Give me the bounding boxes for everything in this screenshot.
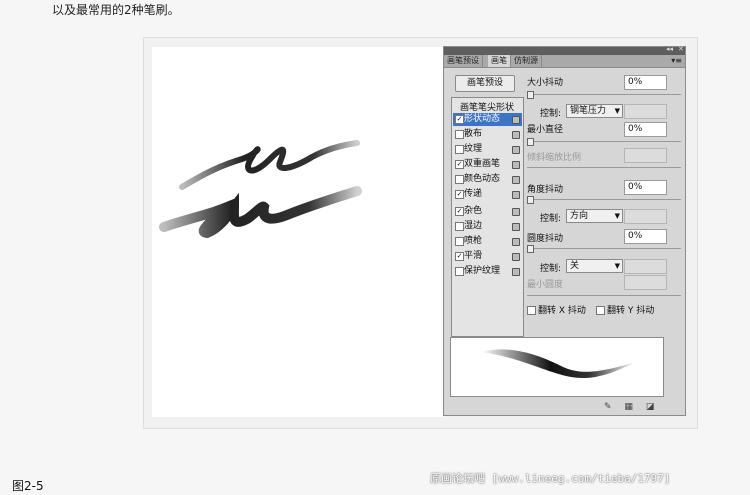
list-item-color-dynamics[interactable]: 颜色动态 <box>453 173 522 186</box>
checkbox-wet-edges[interactable] <box>455 222 464 231</box>
tilt-scale-slider <box>527 167 681 168</box>
watermark-url: [www.lineeg.com/tieba/1797] <box>491 472 671 485</box>
flip-x-jitter-checkbox[interactable]: 翻转 X 抖动 <box>527 303 586 316</box>
panel-bottom-toolbar: ✎ ▦ ◪ <box>594 402 654 412</box>
min-roundness-input <box>624 275 667 290</box>
tilt-scale-input <box>624 148 667 163</box>
slider-knob[interactable] <box>527 196 534 204</box>
list-item-texture[interactable]: 纹理 <box>453 143 522 156</box>
lock-icon[interactable] <box>512 268 520 276</box>
checkbox-shape-dynamics[interactable]: ✓ <box>455 115 464 124</box>
lock-icon[interactable] <box>512 208 520 216</box>
size-jitter-slider[interactable] <box>527 91 681 99</box>
control-select-2[interactable]: 方向 ▼ <box>566 209 623 223</box>
angle-jitter-slider[interactable] <box>527 196 681 204</box>
preview-stroke <box>481 349 636 379</box>
brush-stroke-2 <box>159 186 362 239</box>
list-item-wet-edges[interactable]: 湿边 <box>453 220 522 233</box>
min-diameter-slider[interactable] <box>527 138 681 146</box>
angle-jitter-label: 角度抖动 <box>527 185 564 195</box>
angle-jitter-input[interactable]: 0% <box>624 180 667 195</box>
brush-panel: ◂◂ ✕ 画笔预设 画笔 仿制源 ▾≡ 画笔预设 画笔笔尖形状 ✓ 形状动态 散布… <box>443 45 686 416</box>
list-item-protect-texture[interactable]: 保护纹理 <box>453 265 522 278</box>
tab-brush[interactable]: 画笔 <box>488 55 511 67</box>
flip-y-jitter-checkbox[interactable]: 翻转 Y 抖动 <box>596 303 654 316</box>
slider-knob[interactable] <box>527 138 534 146</box>
lock-icon[interactable] <box>512 131 520 139</box>
roundness-jitter-label: 圆度抖动 <box>527 234 564 244</box>
close-icon[interactable]: ✕ <box>678 45 684 53</box>
toggle-preview-icon[interactable]: ✎ <box>604 402 612 412</box>
control-label-2: 控制: <box>540 214 562 224</box>
control-value-box-2 <box>624 209 667 224</box>
control-label-3: 控制: <box>540 264 562 274</box>
lock-icon[interactable] <box>512 146 520 154</box>
brush-tip-shape-header[interactable]: 画笔笔尖形状 <box>460 100 514 113</box>
control-select-1[interactable]: 钢笔压力 ▼ <box>566 104 623 118</box>
dropdown-arrow-icon: ▼ <box>614 107 620 115</box>
list-item-airbrush[interactable]: 喷枪 <box>453 235 522 248</box>
lock-icon[interactable] <box>512 223 520 231</box>
tab-clone-source[interactable]: 仿制源 <box>511 55 542 67</box>
size-jitter-input[interactable]: 0% <box>624 75 667 90</box>
new-preset-icon[interactable]: ◪ <box>646 402 655 412</box>
checkbox-noise[interactable]: ✓ <box>455 207 464 216</box>
checkbox-box[interactable] <box>527 306 536 315</box>
slider-knob[interactable] <box>527 245 534 253</box>
min-roundness-slider <box>527 295 681 296</box>
control-value-box-1 <box>624 104 667 119</box>
checkbox-scattering[interactable] <box>455 130 464 139</box>
grid-icon[interactable]: ▦ <box>624 402 633 412</box>
lock-icon[interactable] <box>512 238 520 246</box>
intro-text: 以及最常用的2种笔刷。 <box>52 3 180 17</box>
lock-icon[interactable] <box>512 176 520 184</box>
list-item-scattering[interactable]: 散布 <box>453 128 522 141</box>
lock-icon[interactable] <box>512 191 520 199</box>
checkbox-dual-brush[interactable]: ✓ <box>455 160 464 169</box>
watermark: 原画论坛吧 [www.lineeg.com/tieba/1797] <box>430 470 670 486</box>
brush-strokes <box>159 140 362 239</box>
panel-menu-icon[interactable]: ▾≡ <box>671 55 682 67</box>
dropdown-arrow-icon: ▼ <box>614 212 620 220</box>
min-diameter-label: 最小直径 <box>527 125 564 135</box>
lock-icon[interactable] <box>512 116 520 124</box>
list-item-smoothing[interactable]: ✓ 平滑 <box>453 250 522 263</box>
checkbox-protect-texture[interactable] <box>455 267 464 276</box>
slider-knob[interactable] <box>527 91 534 99</box>
roundness-jitter-slider[interactable] <box>527 245 681 253</box>
checkbox-airbrush[interactable] <box>455 237 464 246</box>
panel-tabs: 画笔预设 画笔 仿制源 ▾≡ <box>444 55 685 68</box>
control-label-1: 控制: <box>540 109 562 119</box>
dropdown-arrow-icon: ▼ <box>614 262 620 270</box>
lock-icon[interactable] <box>512 161 520 169</box>
tab-brush-presets[interactable]: 画笔预设 <box>444 55 483 67</box>
control-select-3[interactable]: 关 ▼ <box>566 259 623 273</box>
list-item-transfer[interactable]: ✓ 传递 <box>453 188 522 201</box>
brush-stroke-1 <box>179 140 360 190</box>
min-diameter-input[interactable]: 0% <box>624 122 667 137</box>
control-value-box-3 <box>624 259 667 274</box>
brush-canvas <box>152 47 444 417</box>
brush-options-list: 画笔笔尖形状 ✓ 形状动态 散布 纹理 ✓ 双重画笔 颜色动态 ✓ 传递 ✓ 杂色 湿边… <box>451 97 524 337</box>
panel-titlebar[interactable]: ◂◂ ✕ <box>444 45 685 55</box>
checkbox-smoothing[interactable]: ✓ <box>455 252 464 261</box>
figure-caption: 图2-5 <box>12 479 44 493</box>
list-item-shape-dynamics[interactable]: ✓ 形状动态 <box>453 113 522 126</box>
list-item-dual-brush[interactable]: ✓ 双重画笔 <box>453 158 522 171</box>
checkbox-transfer[interactable]: ✓ <box>455 190 464 199</box>
list-item-noise[interactable]: ✓ 杂色 <box>453 205 522 218</box>
checkbox-box[interactable] <box>596 306 605 315</box>
checkbox-color-dynamics[interactable] <box>455 175 464 184</box>
lock-icon[interactable] <box>512 253 520 261</box>
tilt-scale-label: 倾斜缩放比例 <box>527 153 582 163</box>
min-roundness-label: 最小圆度 <box>527 280 564 290</box>
roundness-jitter-input[interactable]: 0% <box>624 229 667 244</box>
watermark-logo: 原画论坛吧 <box>430 472 485 485</box>
brush-stroke-preview <box>450 337 664 397</box>
brush-presets-button[interactable]: 画笔预设 <box>455 75 515 92</box>
size-jitter-label: 大小抖动 <box>527 78 564 88</box>
collapse-icon[interactable]: ◂◂ <box>666 45 673 53</box>
checkbox-texture[interactable] <box>455 145 464 154</box>
